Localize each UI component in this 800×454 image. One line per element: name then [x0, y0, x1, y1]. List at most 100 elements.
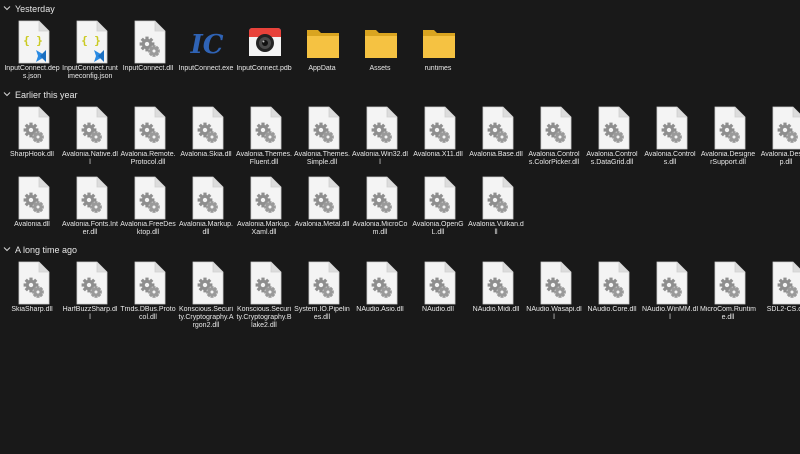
file-name: Konscious.Security.Cryptography.Argon2.d… — [178, 306, 234, 329]
file-item[interactable]: Avalonia.Themes.Fluent.dll — [235, 106, 293, 178]
file-item[interactable]: Avalonia.Remote.Protocol.dll — [119, 106, 177, 178]
file-name: Avalonia.Controls.dll — [644, 151, 696, 166]
file-name: Avalonia.Themes.Fluent.dll — [236, 151, 292, 166]
file-item[interactable]: Avalonia.Win32.dll — [351, 106, 409, 178]
file-name: Avalonia.Markup.Xaml.dll — [237, 221, 291, 236]
file-item[interactable]: Avalonia.DesignerSupport.dll — [699, 106, 757, 178]
group-header[interactable]: Earlier this year — [3, 88, 78, 102]
file-item[interactable]: Avalonia.Vulkan.dll — [467, 176, 525, 248]
file-item[interactable]: Avalonia.Base.dll — [467, 106, 525, 178]
file-item[interactable]: { } InputConnect.runtimeconfig.json — [61, 20, 119, 92]
folder-icon — [422, 20, 456, 64]
file-name: runtimes — [424, 65, 452, 72]
dll-file-icon — [596, 261, 630, 305]
dll-file-icon — [364, 106, 398, 150]
file-item[interactable]: runtimes — [409, 20, 467, 92]
file-item[interactable]: Avalonia.Metal.dll — [293, 176, 351, 248]
file-item[interactable]: NAudio.Core.dll — [583, 261, 641, 333]
chevron-down-icon[interactable] — [3, 245, 11, 255]
file-item[interactable]: Assets — [351, 20, 409, 92]
file-name: Avalonia.Metal.dll — [294, 221, 350, 228]
dll-file-icon — [16, 261, 50, 305]
file-item[interactable]: MicroCom.Runtime.dll — [699, 261, 757, 333]
file-item[interactable]: NAudio.Wasapi.dll — [525, 261, 583, 333]
file-name: Avalonia.Remote.Protocol.dll — [120, 151, 176, 166]
file-item[interactable]: Avalonia.Native.dll — [61, 106, 119, 178]
file-item[interactable]: Avalonia.Controls.dll — [641, 106, 699, 178]
file-item[interactable]: SkiaSharp.dll — [3, 261, 61, 333]
file-item[interactable]: Avalonia.Markup.Xaml.dll — [235, 176, 293, 248]
file-name: AppData — [308, 65, 336, 72]
file-item[interactable]: Avalonia.Controls.ColorPicker.dll — [525, 106, 583, 178]
svg-text:{ }: { } — [81, 34, 101, 47]
file-name: NAudio.Asio.dll — [356, 306, 404, 313]
file-name: Tmds.DBus.Protocol.dll — [120, 306, 176, 321]
group-row: Avalonia.dll Avalonia.Fonts.Inter.dll Av… — [3, 176, 525, 248]
file-name: Avalonia.FreeDesktop.dll — [120, 221, 176, 236]
file-name: SkiaSharp.dll — [11, 306, 53, 313]
file-name: InputConnect.dll — [122, 65, 174, 72]
file-item[interactable]: HarfBuzzSharp.dll — [61, 261, 119, 333]
dll-file-icon — [306, 261, 340, 305]
file-name: Avalonia.Native.dll — [62, 151, 118, 166]
dll-file-icon — [132, 261, 166, 305]
file-item[interactable]: InputConnect.dll — [119, 20, 177, 92]
group-header[interactable]: A long time ago — [3, 243, 77, 257]
dll-file-icon — [16, 106, 50, 150]
dll-file-icon — [190, 106, 224, 150]
group-row: { } InputConnect.deps.json { } InputConn… — [3, 20, 467, 92]
file-item[interactable]: Avalonia.Skia.dll — [177, 106, 235, 178]
file-name: NAudio.Core.dll — [587, 306, 637, 313]
file-name: Avalonia.X11.dll — [413, 151, 463, 158]
dll-file-icon — [74, 176, 108, 220]
dll-file-icon — [422, 261, 456, 305]
file-item[interactable]: Avalonia.X11.dll — [409, 106, 467, 178]
group-header[interactable]: Yesterday — [3, 2, 55, 16]
file-item[interactable]: System.IO.Pipelines.dll — [293, 261, 351, 333]
file-item[interactable]: Konscious.Security.Cryptography.Blake2.d… — [235, 261, 293, 333]
svg-text:{ }: { } — [23, 34, 43, 47]
file-item[interactable]: { } InputConnect.deps.json — [3, 20, 61, 92]
group-row: SkiaSharp.dll HarfBuzzSharp.dll Tmds.DBu… — [3, 261, 800, 333]
file-name: Avalonia.Skia.dll — [180, 151, 232, 158]
file-item[interactable]: IC InputConnect.exe — [177, 20, 235, 92]
file-item[interactable]: SharpHook.dll — [3, 106, 61, 178]
file-name: System.IO.Pipelines.dll — [294, 306, 350, 321]
chevron-down-icon[interactable] — [3, 90, 11, 100]
chevron-down-icon[interactable] — [3, 4, 11, 14]
dll-file-icon — [364, 176, 398, 220]
file-item[interactable]: Konscious.Security.Cryptography.Argon2.d… — [177, 261, 235, 333]
dll-file-icon — [596, 106, 630, 150]
file-name: Avalonia.OpenGL.dll — [412, 221, 464, 236]
file-item[interactable]: Tmds.DBus.Protocol.dll — [119, 261, 177, 333]
file-item[interactable]: NAudio.Asio.dll — [351, 261, 409, 333]
file-item[interactable]: Avalonia.Fonts.Inter.dll — [61, 176, 119, 248]
file-item[interactable]: Avalonia.Controls.DataGrid.dll — [583, 106, 641, 178]
file-name: Avalonia.DesignerSupport.dll — [700, 151, 756, 166]
file-item[interactable]: NAudio.Midi.dll — [467, 261, 525, 333]
file-name: Avalonia.Fonts.Inter.dll — [62, 221, 118, 236]
file-item[interactable]: Avalonia.MicroCom.dll — [351, 176, 409, 248]
file-item[interactable]: Avalonia.dll — [3, 176, 61, 248]
file-item[interactable]: Avalonia.OpenGL.dll — [409, 176, 467, 248]
dll-file-icon — [480, 106, 514, 150]
file-item[interactable]: NAudio.dll — [409, 261, 467, 333]
file-name: SharpHook.dll — [10, 151, 54, 158]
file-item[interactable]: Avalonia.Themes.Simple.dll — [293, 106, 351, 178]
file-name: Avalonia.Themes.Simple.dll — [294, 151, 350, 166]
file-item[interactable]: InputConnect.pdb — [235, 20, 293, 92]
file-item[interactable]: Avalonia.Markup.dll — [177, 176, 235, 248]
dll-file-icon — [248, 261, 282, 305]
file-item[interactable]: AppData — [293, 20, 351, 92]
dll-file-icon — [306, 106, 340, 150]
folder-icon — [364, 20, 398, 64]
file-name: NAudio.dll — [422, 306, 454, 313]
file-item[interactable]: Avalonia.FreeDesktop.dll — [119, 176, 177, 248]
file-name: Avalonia.dll — [14, 221, 50, 228]
file-name: Avalonia.Vulkan.dll — [468, 221, 524, 236]
file-item[interactable]: NAudio.WinMM.dll — [641, 261, 699, 333]
file-item[interactable]: Avalonia.Desktop.dll — [757, 106, 800, 178]
dll-file-icon — [74, 261, 108, 305]
dll-file-icon — [248, 106, 282, 150]
file-item[interactable]: SDL2-CS.dll — [757, 261, 800, 333]
